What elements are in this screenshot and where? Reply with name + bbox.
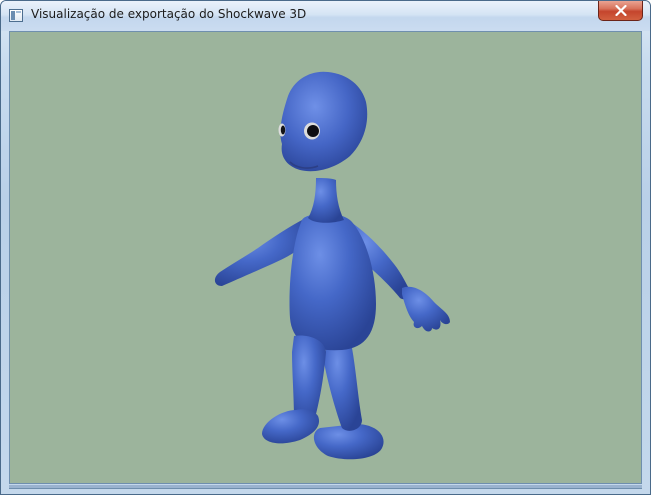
alien-character-model [214, 71, 450, 460]
3d-viewport[interactable] [9, 31, 642, 484]
alien-head [280, 71, 368, 172]
app-window-icon[interactable] [9, 9, 23, 22]
title-bar[interactable]: Visualização de exportação do Shockwave … [1, 1, 650, 31]
close-icon [615, 5, 627, 16]
right-foot [262, 409, 320, 444]
close-button[interactable] [598, 1, 643, 21]
window-title: Visualização de exportação do Shockwave … [31, 7, 307, 21]
neck [308, 178, 344, 223]
window-bottom-border [9, 485, 642, 489]
app-window: Visualização de exportação do Shockwave … [0, 0, 651, 495]
right-hand [402, 286, 450, 332]
